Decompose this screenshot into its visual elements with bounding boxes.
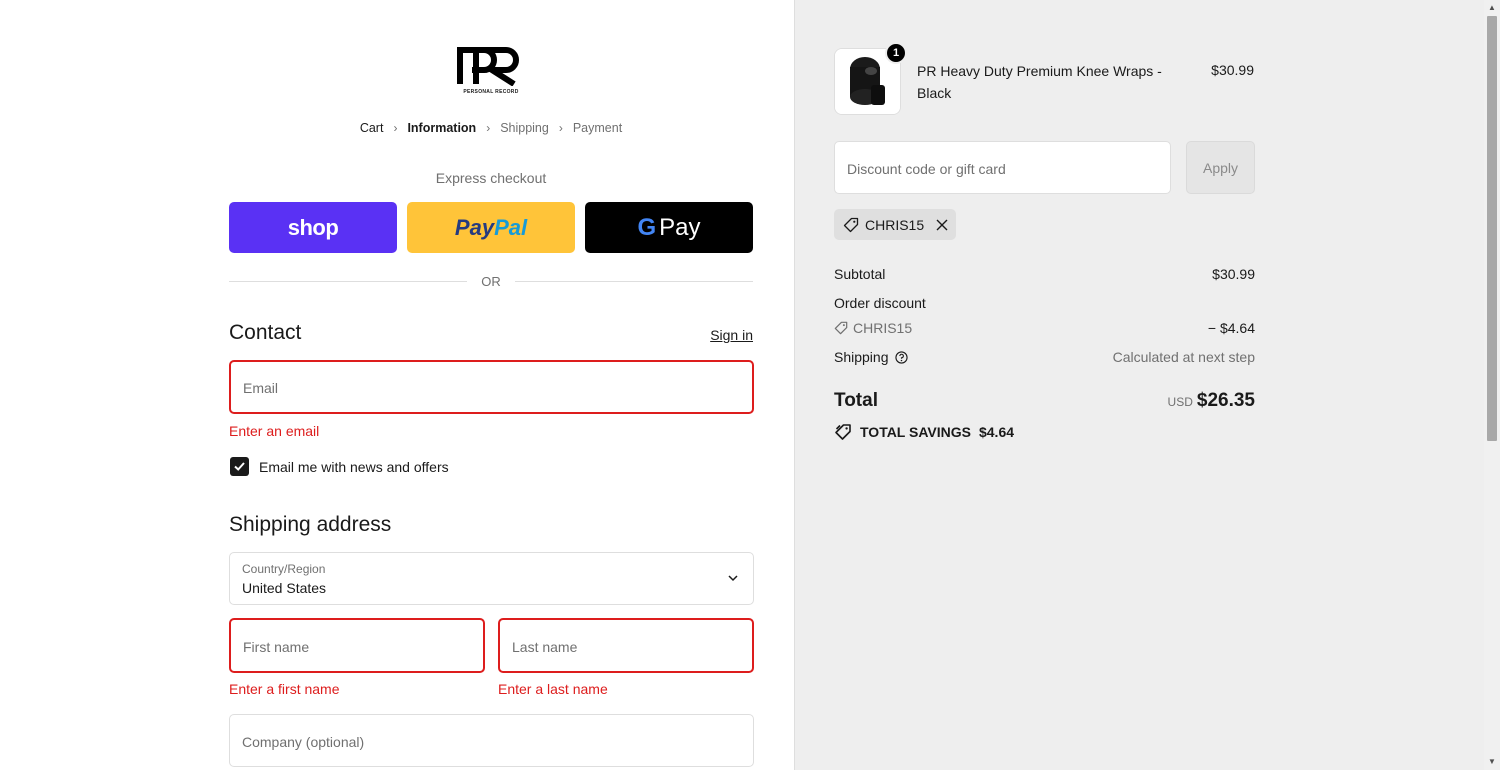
page-scrollbar[interactable]: ▲ ▼ xyxy=(1484,0,1500,770)
breadcrumb-information: Information xyxy=(407,121,477,135)
breadcrumb: Cart › Information › Shipping › Payment xyxy=(229,121,753,135)
country-select[interactable]: Country/Region United States xyxy=(229,552,754,605)
remove-code-close-icon[interactable] xyxy=(936,219,948,231)
savings-value: $4.64 xyxy=(978,424,1015,440)
order-summary-panel xyxy=(794,0,1484,770)
quantity-badge: 1 xyxy=(885,42,907,64)
country-label: Country/Region xyxy=(242,562,326,576)
paypal-label-pal: Pal xyxy=(494,214,528,240)
logo-caption: PERSONAL RECORD xyxy=(463,89,519,95)
shipping-label: Shipping xyxy=(834,349,889,365)
shipping-address-heading: Shipping address xyxy=(229,513,392,536)
chevron-right-icon: › xyxy=(486,121,491,135)
shop-pay-button[interactable]: shop xyxy=(229,202,397,253)
tag-icon xyxy=(843,217,859,232)
breadcrumb-cart[interactable]: Cart xyxy=(360,121,384,135)
email-field[interactable]: Email xyxy=(229,360,754,414)
country-value: United States xyxy=(242,580,327,596)
discount-value: − $4.64 xyxy=(1207,320,1255,336)
pr-logo-icon xyxy=(457,47,519,87)
last-name-field[interactable]: Last name xyxy=(498,618,754,673)
contact-heading: Contact xyxy=(229,321,302,344)
sign-in-link[interactable]: Sign in xyxy=(700,327,753,343)
applied-code-chip: CHRIS15 xyxy=(834,209,956,240)
google-pay-button[interactable]: G Pay xyxy=(585,202,753,253)
applied-code-label: CHRIS15 xyxy=(865,216,925,233)
company-placeholder: Company (optional) xyxy=(242,734,365,750)
paypal-label-pay: Pay xyxy=(454,214,495,240)
company-field[interactable]: Company (optional) xyxy=(229,714,754,767)
breadcrumb-payment: Payment xyxy=(572,121,623,135)
total-amount: USD $26.35 xyxy=(1100,390,1255,412)
savings-label: TOTAL SAVINGS xyxy=(860,424,971,440)
subtotal-value: $30.99 xyxy=(1212,266,1255,282)
order-discount-label: Order discount xyxy=(834,295,926,311)
discount-code-line: CHRIS15 xyxy=(834,320,912,336)
shipping-value: Calculated at next step xyxy=(1112,349,1255,365)
or-label: OR xyxy=(481,274,501,289)
google-pay-label: Pay xyxy=(659,213,701,241)
breadcrumb-shipping: Shipping xyxy=(500,121,549,135)
savings-tag-icon xyxy=(835,424,851,440)
total-value: $26.35 xyxy=(1196,390,1255,411)
newsletter-checkbox[interactable] xyxy=(230,457,249,476)
chevron-down-icon xyxy=(728,575,738,582)
first-name-error: Enter a first name xyxy=(229,681,340,697)
first-name-field[interactable]: First name xyxy=(229,618,485,673)
discount-placeholder: Discount code or gift card xyxy=(847,161,1006,177)
discount-code-label: CHRIS15 xyxy=(853,320,913,336)
express-checkout-title: Express checkout xyxy=(435,170,547,186)
scrollbar-thumb[interactable] xyxy=(1487,16,1497,441)
subtotal-label: Subtotal xyxy=(834,266,886,282)
checkout-form-panel: PERSONAL RECORD Cart › Information › Shi… xyxy=(0,0,794,770)
shop-pay-label: shop xyxy=(287,214,339,240)
currency-code: USD xyxy=(1167,395,1193,409)
total-savings: TOTAL SAVINGS $4.64 xyxy=(834,423,1014,441)
store-logo[interactable]: PERSONAL RECORD xyxy=(456,44,526,98)
chevron-right-icon: › xyxy=(558,121,563,135)
scroll-down-arrow-icon[interactable]: ▼ xyxy=(1484,754,1500,770)
apply-discount-button[interactable]: Apply xyxy=(1186,141,1255,194)
check-icon xyxy=(234,462,245,471)
total-label: Total xyxy=(834,390,878,411)
product-name: PR Heavy Duty Premium Knee Wraps - Black xyxy=(917,63,1162,101)
scroll-up-arrow-icon[interactable]: ▲ xyxy=(1484,0,1500,16)
paypal-button[interactable]: Pay Pal xyxy=(407,202,575,253)
discount-code-input[interactable]: Discount code or gift card xyxy=(834,141,1171,194)
product-price: $30.99 xyxy=(1211,62,1254,78)
last-name-placeholder: Last name xyxy=(512,639,578,655)
tag-icon xyxy=(834,321,848,335)
email-error: Enter an email xyxy=(229,423,320,439)
google-g-icon: G xyxy=(637,213,657,241)
newsletter-label: Email me with news and offers xyxy=(259,459,449,475)
first-name-placeholder: First name xyxy=(243,639,310,655)
last-name-error: Enter a last name xyxy=(498,681,608,697)
shipping-label-wrap: Shipping xyxy=(834,349,908,365)
email-placeholder: Email xyxy=(243,380,279,396)
help-circle-icon[interactable] xyxy=(894,350,908,364)
chevron-right-icon: › xyxy=(393,121,398,135)
or-divider: OR xyxy=(229,272,753,292)
